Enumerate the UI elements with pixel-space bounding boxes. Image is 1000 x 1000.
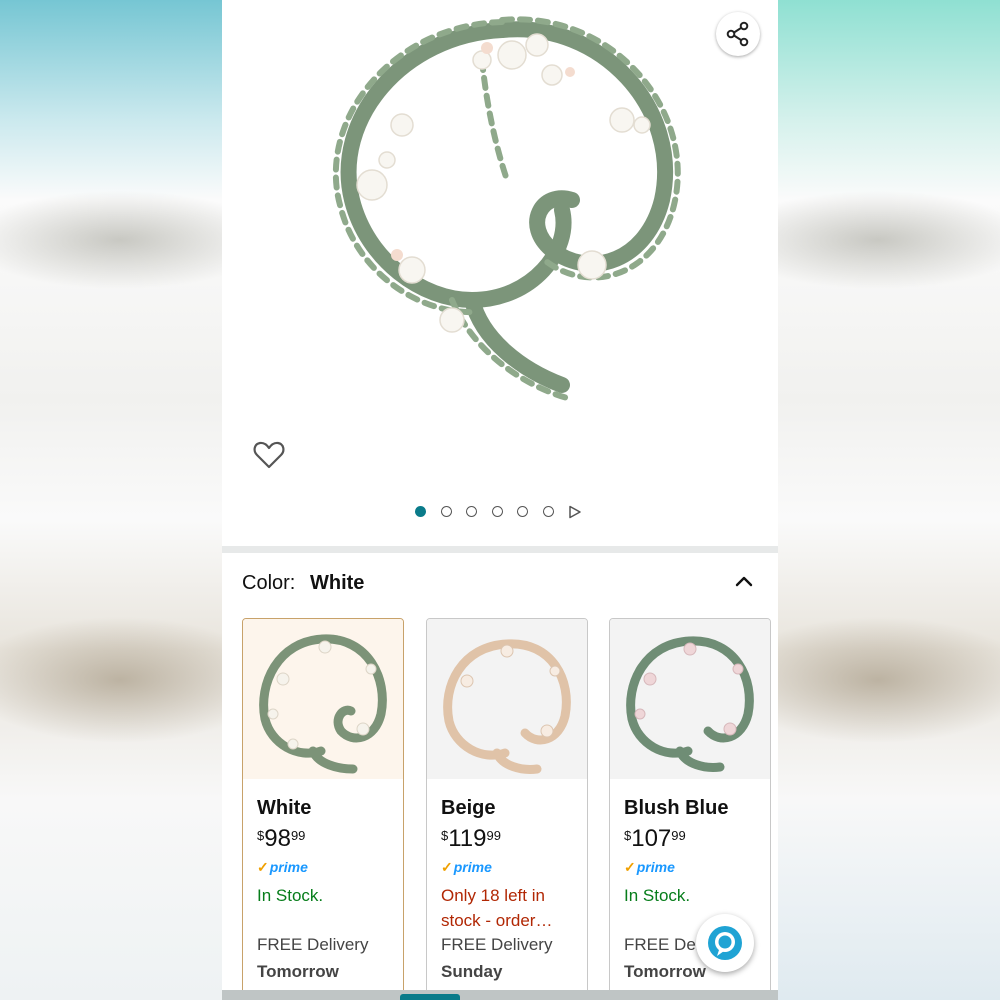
prime-check-icon: ✓ <box>624 859 636 875</box>
product-image-gallery[interactable] <box>222 0 778 546</box>
variant-thumbnail <box>427 619 587 779</box>
color-label: Color: <box>242 572 296 594</box>
chevron-up-icon[interactable] <box>732 570 756 594</box>
share-button[interactable] <box>716 12 760 56</box>
prime-check-icon: ✓ <box>441 859 453 875</box>
stock-status: Only 18 left in stock - order… <box>441 886 553 930</box>
product-image[interactable] <box>312 0 692 410</box>
variant-name: Blush Blue <box>624 797 729 819</box>
delivery-label: FREE Delivery <box>441 935 553 954</box>
variant-card-beige[interactable]: Beige $11999 ✓prime Only 18 left in stoc… <box>426 618 588 1000</box>
prime-badge: ✓prime <box>441 859 492 875</box>
play-video-icon[interactable] <box>568 505 582 519</box>
color-selector-header[interactable]: Color: White <box>242 570 758 598</box>
section-divider <box>222 546 778 553</box>
page-dot-2[interactable] <box>441 506 452 517</box>
share-icon <box>726 21 749 47</box>
variant-price: $10799 <box>624 825 686 852</box>
page-dot-6[interactable] <box>543 506 554 517</box>
prime-badge: ✓prime <box>257 859 308 875</box>
stock-status: In Stock. <box>257 886 324 905</box>
page-dot-3[interactable] <box>466 506 477 517</box>
alexa-icon <box>708 926 742 960</box>
variant-card-white[interactable]: White $9899 ✓prime In Stock. FREE Delive… <box>242 618 404 1000</box>
heart-outline-icon[interactable] <box>252 438 286 472</box>
variant-thumbnail <box>610 619 770 779</box>
delivery-label: FREE Deli <box>624 935 704 954</box>
prime-check-icon: ✓ <box>257 859 269 875</box>
variant-name: Beige <box>441 797 496 819</box>
blurred-background-right <box>778 0 1000 1000</box>
variant-thumbnail <box>243 619 403 779</box>
prime-badge: ✓prime <box>624 859 675 875</box>
alexa-button[interactable] <box>696 914 754 972</box>
page-dot-5[interactable] <box>517 506 528 517</box>
image-pagination <box>222 502 778 522</box>
variant-name: White <box>257 797 312 819</box>
delivery-label: FREE Delivery <box>257 935 369 954</box>
page-dot-4[interactable] <box>492 506 503 517</box>
delivery-day: Sunday <box>441 962 503 981</box>
bottom-tab-indicator <box>400 994 460 1000</box>
app-screen: Color: White White $9899 ✓prime In Stock… <box>222 0 778 1000</box>
stock-status: In Stock. <box>624 886 691 905</box>
blurred-background-left <box>0 0 222 1000</box>
bottom-scroll-bar <box>222 990 778 1000</box>
selected-color: White <box>310 572 365 594</box>
page-dot-1[interactable] <box>415 506 426 517</box>
variant-price: $9899 <box>257 825 306 852</box>
variant-price: $11999 <box>441 825 501 852</box>
delivery-day: Tomorrow <box>257 962 339 981</box>
delivery-day: Tomorrow <box>624 962 706 981</box>
